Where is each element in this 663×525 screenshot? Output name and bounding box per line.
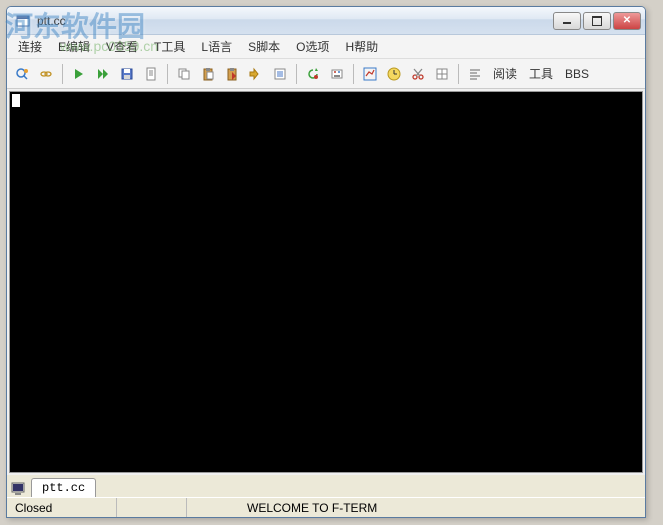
- app-icon: [15, 13, 31, 29]
- fast-forward-icon[interactable]: [92, 63, 114, 85]
- paste-special-icon[interactable]: [221, 63, 243, 85]
- titlebar[interactable]: ptt.cc: [7, 7, 645, 35]
- status-empty: [117, 498, 187, 517]
- window-title: ptt.cc: [35, 14, 553, 28]
- settings-icon[interactable]: [326, 63, 348, 85]
- menu-help[interactable]: H帮助: [338, 35, 385, 58]
- separator: [353, 64, 354, 84]
- transfer-icon[interactable]: [245, 63, 267, 85]
- menu-tools[interactable]: T工具: [147, 35, 192, 58]
- menu-view[interactable]: V查看: [99, 35, 145, 58]
- clock-icon[interactable]: [383, 63, 405, 85]
- menu-connect[interactable]: 连接: [11, 35, 49, 58]
- tabbar: ptt.cc: [7, 475, 645, 497]
- toolbar-read[interactable]: 阅读: [488, 63, 522, 84]
- list-icon[interactable]: [269, 63, 291, 85]
- menu-edit[interactable]: E编辑: [51, 35, 97, 58]
- search-icon[interactable]: [11, 63, 33, 85]
- separator: [62, 64, 63, 84]
- document-icon[interactable]: [140, 63, 162, 85]
- chart-icon[interactable]: [359, 63, 381, 85]
- app-window: ptt.cc 连接 E编辑 V查看 T工具 L语言 S脚本 O选项 H帮助: [6, 6, 646, 518]
- paste-icon[interactable]: [197, 63, 219, 85]
- window-controls: [553, 12, 641, 30]
- copy-icon[interactable]: [173, 63, 195, 85]
- separator: [296, 64, 297, 84]
- menu-lang[interactable]: L语言: [194, 35, 239, 58]
- save-icon[interactable]: [116, 63, 138, 85]
- toolbar-bbs[interactable]: BBS: [560, 65, 594, 83]
- grid-icon[interactable]: [431, 63, 453, 85]
- toolbar-tools[interactable]: 工具: [524, 63, 558, 84]
- maximize-button[interactable]: [583, 12, 611, 30]
- close-button[interactable]: [613, 12, 641, 30]
- menubar: 连接 E编辑 V查看 T工具 L语言 S脚本 O选项 H帮助: [7, 35, 645, 59]
- menu-script[interactable]: S脚本: [241, 35, 287, 58]
- terminal-cursor: [12, 94, 20, 107]
- separator: [458, 64, 459, 84]
- tab-connection[interactable]: ptt.cc: [31, 478, 96, 497]
- refresh-icon[interactable]: [302, 63, 324, 85]
- monitor-icon: [11, 481, 29, 497]
- terminal-area[interactable]: [9, 91, 643, 473]
- play-icon[interactable]: [68, 63, 90, 85]
- menu-options[interactable]: O选项: [289, 35, 336, 58]
- minimize-button[interactable]: [553, 12, 581, 30]
- status-state: Closed: [7, 498, 117, 517]
- separator: [167, 64, 168, 84]
- toolbar: 阅读 工具 BBS: [7, 59, 645, 89]
- status-message: WELCOME TO F-TERM: [187, 498, 645, 517]
- link-icon[interactable]: [35, 63, 57, 85]
- align-icon[interactable]: [464, 63, 486, 85]
- cut-icon[interactable]: [407, 63, 429, 85]
- statusbar: Closed WELCOME TO F-TERM: [7, 497, 645, 517]
